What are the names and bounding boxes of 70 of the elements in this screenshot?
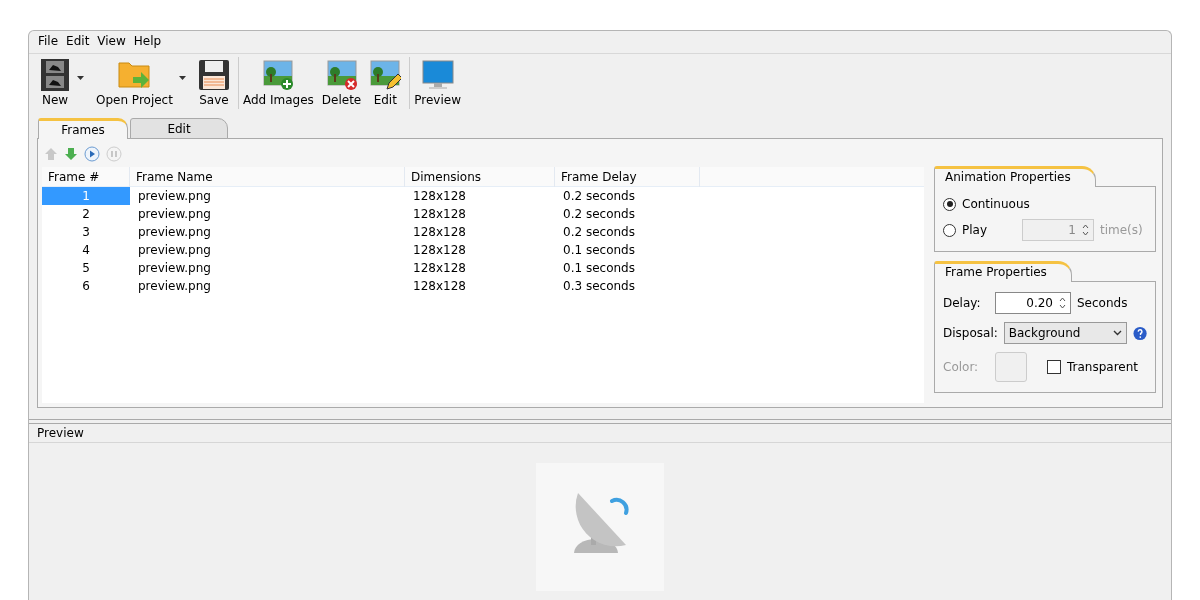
unit-label: Seconds (1077, 296, 1128, 310)
toolbar-button[interactable]: Preview (412, 59, 463, 107)
table-cell-text: 3 (81, 224, 91, 241)
checkbox-label: Transparent (1067, 360, 1139, 374)
tab[interactable]: Edit (130, 118, 228, 139)
table-cell-text: preview.png (137, 260, 212, 277)
delay-field[interactable]: 0.20 (995, 292, 1071, 314)
monitor-icon (421, 59, 454, 91)
field-label: Color: (943, 360, 980, 374)
delete-image-icon (325, 59, 358, 91)
tab[interactable]: Frames (38, 118, 128, 139)
spinner-arrows-icon[interactable] (1059, 297, 1066, 309)
table-cell-text: preview.png (137, 206, 212, 223)
add-image-icon (262, 59, 295, 91)
radio-label: Play (962, 223, 989, 237)
column-header[interactable]: Frame Name (130, 167, 405, 187)
column-header[interactable]: Dimensions (405, 167, 555, 187)
menu-item[interactable]: View (94, 34, 129, 50)
folder-icon (117, 59, 152, 91)
help-icon[interactable] (1132, 325, 1147, 341)
table-cell-text: preview.png (137, 188, 212, 205)
menu-item[interactable]: File (35, 34, 62, 50)
caret-icon[interactable] (178, 76, 186, 80)
table-cell-text: 4 (81, 242, 91, 259)
radio-label: Continuous (962, 197, 1030, 211)
chevron-icon (1112, 330, 1122, 336)
toolbar-button[interactable]: Delete (319, 59, 364, 107)
field-label: Disposal: (943, 326, 998, 340)
toolbar-button[interactable]: Save (195, 59, 232, 107)
table-cell-text: 128x128 (412, 260, 467, 277)
color-swatch[interactable] (995, 352, 1027, 382)
table-cell: 1 (42, 187, 130, 205)
checkbox[interactable] (1047, 360, 1061, 374)
table-cell-text: preview.png (137, 224, 212, 241)
toolbar-button[interactable]: Open Project (94, 59, 175, 107)
toolbar-button[interactable]: Add Images (240, 59, 316, 107)
table-cell-text: 6 (81, 278, 91, 295)
table-cell-text: 0.1 seconds (562, 260, 636, 277)
radio-button[interactable] (943, 223, 956, 237)
toolbar-button[interactable]: New (37, 59, 73, 107)
table-cell-text: 0.2 seconds (562, 188, 636, 205)
menu-item[interactable]: Help (130, 34, 165, 50)
column-header[interactable]: Frame Delay (555, 167, 700, 187)
table-cell-text: 128x128 (412, 206, 467, 223)
group-title: Frame Properties (934, 261, 1072, 282)
unit-label: time(s) (1100, 223, 1143, 237)
table-cell-text: 0.2 seconds (562, 224, 636, 241)
table-cell-text: preview.png (137, 242, 212, 259)
play-icon[interactable] (84, 146, 100, 162)
menu-item[interactable]: Edit (63, 34, 93, 50)
table-cell-text: 0.1 seconds (562, 242, 636, 259)
table-cell-text: 0.2 seconds (562, 206, 636, 223)
edit-image-icon (369, 59, 402, 91)
table-cell-text: 5 (81, 260, 91, 277)
table-cell-text: 128x128 (412, 224, 467, 241)
table-cell-text: 128x128 (412, 242, 467, 259)
field-label: Delay: (943, 296, 982, 310)
table-cell-text: 2 (81, 206, 91, 223)
table-cell-text: 128x128 (412, 188, 467, 205)
table-cell-text: 0.3 seconds (562, 278, 636, 295)
radio-button[interactable] (943, 197, 956, 211)
film-icon (39, 59, 71, 91)
toolbar-button[interactable]: Edit (367, 59, 404, 107)
table-cell-text: preview.png (137, 278, 212, 295)
caret-icon[interactable] (77, 76, 84, 80)
down-arrow-icon[interactable] (64, 147, 78, 161)
group-title: Animation Properties (934, 166, 1096, 187)
table-cell-text: 128x128 (412, 278, 467, 295)
disposal-dropdown[interactable]: Background (1003, 322, 1127, 344)
section-title: Preview (29, 424, 1171, 443)
